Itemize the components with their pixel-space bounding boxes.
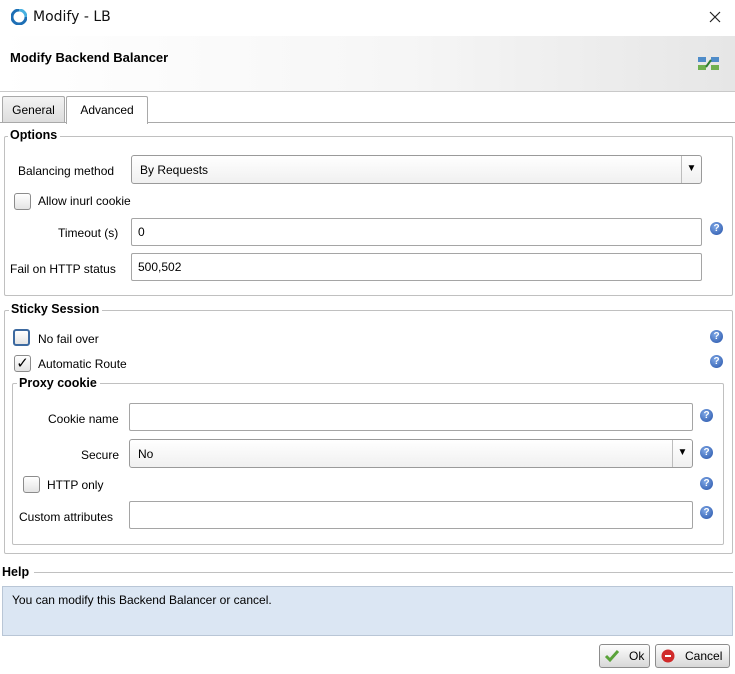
tab-advanced[interactable]: Advanced [66, 96, 148, 124]
help-legend: Help [0, 565, 33, 579]
cookie-name-help-icon[interactable]: ? [700, 409, 713, 422]
secure-value: No [138, 447, 154, 461]
proxy-cookie-legend: Proxy cookie [17, 376, 100, 390]
custom-attributes-help-icon[interactable]: ? [700, 506, 713, 519]
chevron-down-icon: ▼ [672, 440, 692, 467]
title-bar: Modify - LB [0, 0, 735, 36]
dialog-title: Modify Backend Balancer [10, 50, 169, 65]
sticky-session-legend: Sticky Session [9, 302, 103, 316]
allow-inurl-cookie-checkbox[interactable] [14, 193, 31, 210]
no-fail-over-checkbox[interactable] [13, 329, 30, 346]
help-panel: You can modify this Backend Balancer or … [2, 586, 733, 636]
allow-inurl-cookie-label: Allow inurl cookie [38, 194, 131, 208]
ok-button[interactable]: Ok [599, 644, 650, 668]
timeout-help-icon[interactable]: ? [710, 222, 723, 235]
fail-status-input[interactable]: 500,502 [131, 253, 702, 281]
fail-status-label: Fail on HTTP status [10, 262, 116, 276]
timeout-label: Timeout (s) [58, 226, 119, 240]
dialog-header: Modify Backend Balancer [0, 36, 735, 92]
custom-attributes-input[interactable] [129, 501, 693, 529]
help-divider [34, 572, 733, 573]
custom-attributes-label: Custom attributes [19, 510, 114, 524]
secure-help-icon[interactable]: ? [700, 446, 713, 459]
secure-label: Secure [81, 448, 120, 462]
secure-select[interactable]: No ▼ [129, 439, 693, 468]
automatic-route-label: Automatic Route [38, 357, 127, 371]
balancing-method-value: By Requests [140, 163, 209, 177]
cancel-label: Cancel [685, 649, 723, 663]
http-only-help-icon[interactable]: ? [700, 477, 713, 490]
window-title: Modify - LB [33, 9, 111, 25]
checkmark-icon: ✓ [16, 355, 29, 372]
checkmark-icon [604, 650, 620, 663]
http-only-label: HTTP only [47, 478, 104, 492]
close-icon [709, 11, 721, 23]
cancel-button[interactable]: Cancel [655, 644, 730, 668]
http-only-checkbox[interactable] [23, 476, 40, 493]
cancel-icon [661, 649, 675, 663]
tab-general[interactable]: General [2, 96, 65, 123]
balancing-method-label: Balancing method [18, 164, 115, 178]
balancer-icon [698, 57, 719, 70]
no-fail-over-label: No fail over [38, 332, 99, 346]
help-text: You can modify this Backend Balancer or … [12, 593, 272, 607]
options-legend: Options [8, 128, 61, 142]
app-logo-icon [11, 9, 27, 25]
automatic-route-help-icon[interactable]: ? [710, 355, 723, 368]
automatic-route-checkbox[interactable]: ✓ [14, 355, 31, 372]
cookie-name-input[interactable] [129, 403, 693, 431]
close-button[interactable] [700, 6, 730, 30]
chevron-down-icon: ▼ [681, 156, 701, 183]
cookie-name-label: Cookie name [48, 412, 119, 426]
no-fail-over-help-icon[interactable]: ? [710, 330, 723, 343]
timeout-input[interactable]: 0 [131, 218, 702, 246]
balancing-method-select[interactable]: By Requests ▼ [131, 155, 702, 184]
ok-label: Ok [629, 649, 645, 663]
